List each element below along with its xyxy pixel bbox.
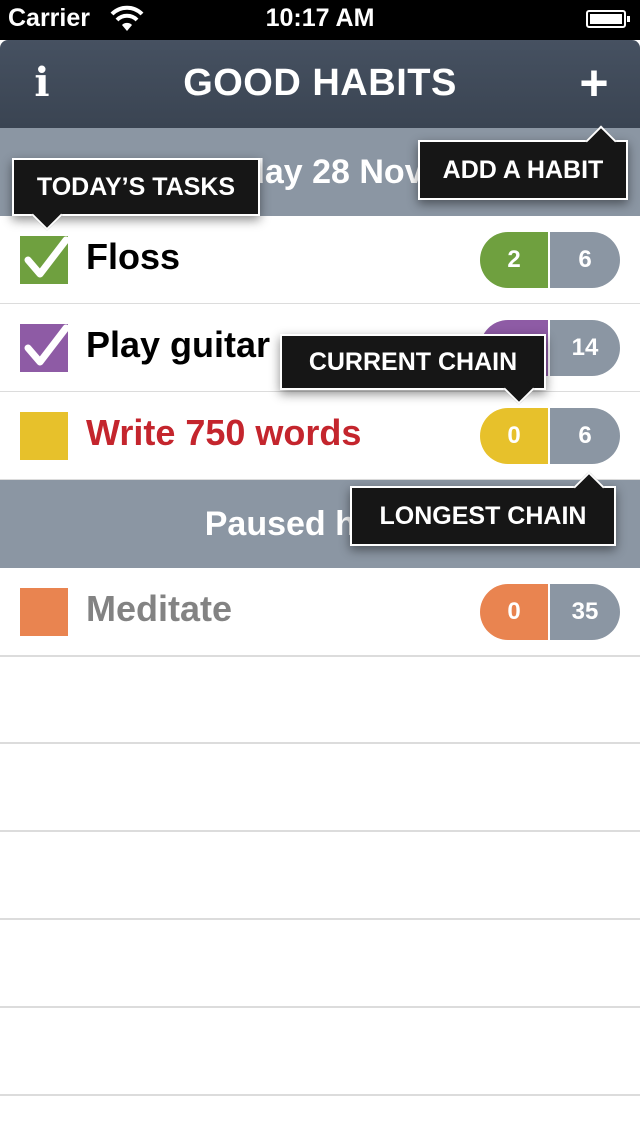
habit-name: Write 750 words (86, 412, 362, 453)
page-title: GOOD HABITS (183, 62, 457, 104)
longest-chain-tooltip: LONGEST CHAIN (350, 471, 616, 546)
status-bar: Carrier 10:17 AM (0, 0, 640, 40)
tooltip-label: CURRENT CHAIN (308, 348, 518, 376)
longest-chain-count: 6 (550, 408, 620, 464)
battery-icon (586, 10, 630, 28)
current-chain-count: 0 (480, 408, 548, 464)
habit-checkbox[interactable] (20, 236, 70, 284)
habit-checkbox[interactable] (20, 412, 68, 460)
empty-row (0, 832, 640, 920)
todays-tasks-tooltip: TODAY’S TASKS (12, 158, 260, 231)
longest-chain-count: 6 (550, 232, 620, 288)
checkmark-icon (24, 236, 70, 278)
checkmark-icon (24, 324, 70, 366)
chain-counter: 0 6 (480, 408, 620, 464)
longest-chain-count: 14 (550, 320, 620, 376)
habit-name: Floss (86, 236, 181, 277)
tooltip-label: TODAY’S TASKS (36, 173, 236, 201)
habit-checkbox[interactable] (20, 324, 70, 372)
add-habit-tooltip: ADD A HABIT (418, 125, 628, 200)
longest-chain-count: 35 (550, 584, 620, 640)
add-habit-button[interactable]: + (572, 56, 616, 110)
habit-name: Play guitar (86, 324, 271, 365)
habit-name: Meditate (86, 588, 233, 629)
chain-counter: 2 6 (480, 232, 620, 288)
habit-row-write-750-words[interactable]: Write 750 words 0 6 (0, 392, 640, 481)
empty-row (0, 920, 640, 1008)
current-chain-tooltip: CURRENT CHAIN (280, 334, 546, 405)
empty-row (0, 656, 640, 744)
chain-counter: 0 35 (480, 584, 620, 640)
empty-row (0, 744, 640, 832)
habit-row-floss[interactable]: Floss 2 6 (0, 216, 640, 305)
current-chain-count: 0 (480, 584, 548, 640)
empty-row (0, 1008, 640, 1096)
clock: 10:17 AM (265, 4, 375, 32)
habit-row-meditate[interactable]: Meditate 0 35 (0, 568, 640, 657)
habit-checkbox[interactable] (20, 588, 68, 636)
tooltip-label: LONGEST CHAIN (379, 502, 587, 530)
tooltip-label: ADD A HABIT (442, 156, 604, 184)
navigation-bar: i GOOD HABITS + (0, 40, 640, 128)
current-chain-count: 2 (480, 232, 548, 288)
